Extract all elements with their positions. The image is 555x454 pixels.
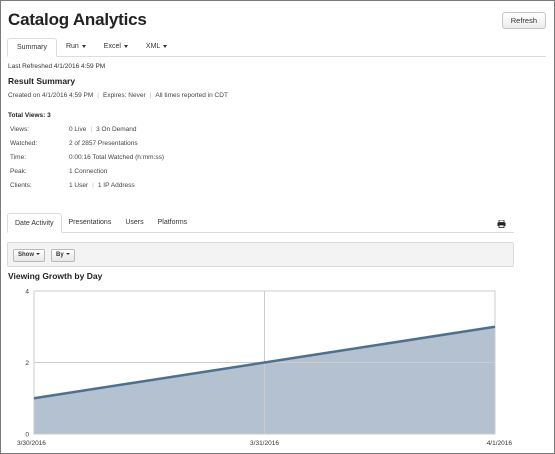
tab-summary[interactable]: Summary xyxy=(7,38,57,57)
views-on-demand: 3 On Demand xyxy=(96,126,137,133)
stat-value: 0:00:16 Total Watched (h:mm:ss) xyxy=(69,154,165,161)
views-live: 0 Live xyxy=(69,126,87,133)
stat-label: Views: xyxy=(10,126,30,133)
timezone-text: All times reported in CDT xyxy=(155,92,228,99)
tab-excel[interactable]: Excel xyxy=(95,38,137,56)
stat-value: 0 Live | 3 On Demand xyxy=(69,126,137,133)
stat-label: Time: xyxy=(10,154,27,161)
tab-run[interactable]: Run xyxy=(57,38,95,56)
tab-run-label: Run xyxy=(65,43,79,50)
tab-xml-label: XML xyxy=(145,43,161,50)
app-window: Catalog Analytics Refresh Summary Run Ex… xyxy=(0,0,555,454)
chevron-down-icon xyxy=(81,44,86,48)
tab-platforms[interactable]: Platforms xyxy=(151,213,195,232)
total-views-heading: Total Views: 3 xyxy=(8,112,51,119)
summary-meta: Created on 4/1/2016 4:59 PM | Expires: Nev… xyxy=(8,92,228,99)
x-tick-label: 3/30/2016 xyxy=(17,440,46,447)
last-refreshed-text: Last Refreshed 4/1/2016 4:59 PM xyxy=(8,63,106,70)
report-tab-bar: Date Activity Presentations Users Platfo… xyxy=(7,213,514,233)
expires-text: Expires: Never xyxy=(102,92,146,99)
tab-excel-label: Excel xyxy=(103,43,121,50)
chevron-down-icon xyxy=(123,44,128,48)
refresh-button[interactable]: Refresh xyxy=(501,12,546,29)
show-dropdown-button[interactable]: Show xyxy=(13,249,45,262)
tab-presentations[interactable]: Presentations xyxy=(62,213,119,232)
y-tick-label: 0 xyxy=(25,432,29,439)
y-tick-label: 4 xyxy=(25,289,29,296)
top-tab-bar: Summary Run Excel XML xyxy=(7,38,546,57)
chart-title: Viewing Growth by Day xyxy=(8,271,103,281)
clients-users: 1 User xyxy=(69,182,89,189)
x-tick-label: 4/1/2016 xyxy=(487,440,513,447)
chevron-down-icon xyxy=(163,44,168,48)
stat-label: Peak: xyxy=(10,168,27,175)
result-summary-heading: Result Summary xyxy=(8,76,76,86)
clients-ips: 1 IP Address xyxy=(97,182,135,189)
tab-date-activity[interactable]: Date Activity xyxy=(7,213,62,233)
stat-value: 2 of 2857 Presentations xyxy=(69,140,138,147)
stat-label: Watched: xyxy=(10,140,38,147)
tab-users[interactable]: Users xyxy=(118,213,150,232)
printer-icon[interactable] xyxy=(497,220,506,228)
x-tick-label: 3/31/2016 xyxy=(250,440,279,447)
stat-value: 1 Connection xyxy=(69,168,108,175)
y-tick-label: 2 xyxy=(25,360,29,367)
page-title: Catalog Analytics xyxy=(8,10,147,29)
tab-xml[interactable]: XML xyxy=(137,38,176,56)
by-label: By xyxy=(56,252,64,258)
tab-summary-label: Summary xyxy=(17,44,47,51)
created-text: Created on 4/1/2016 4:59 PM xyxy=(8,92,94,99)
by-dropdown-button[interactable]: By xyxy=(51,249,75,262)
stat-label: Clients: xyxy=(10,182,32,189)
chevron-down-icon xyxy=(36,253,40,256)
stat-value: 1 User | 1 IP Address xyxy=(69,182,135,189)
viewing-growth-chart: 0 2 4 3/30/2016 3/31/2016 4/1/2016 xyxy=(17,289,513,448)
chevron-down-icon xyxy=(65,253,70,256)
filter-toolbar: Show By xyxy=(7,242,514,267)
show-label: Show xyxy=(18,252,34,258)
